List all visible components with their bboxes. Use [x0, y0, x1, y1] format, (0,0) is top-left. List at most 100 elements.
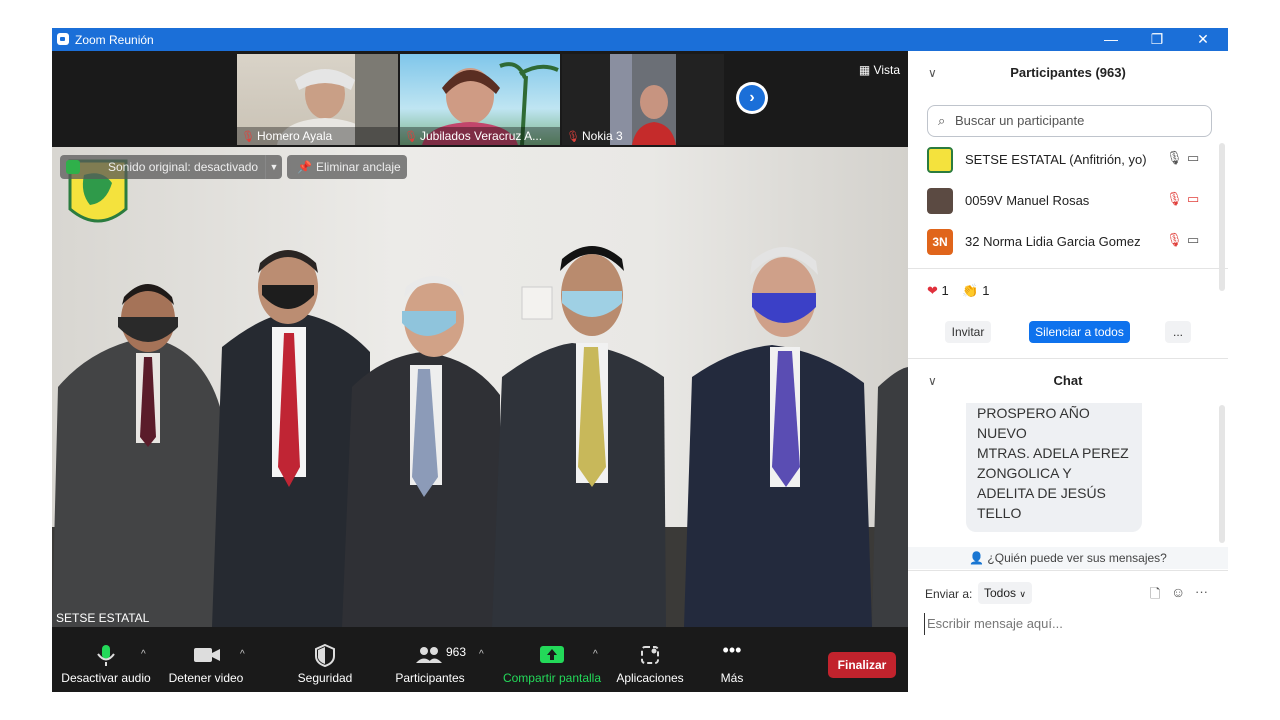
participant-row[interactable]: 3N 32 Norma Lidia Garcia Gomez 🎙 ▭ — [908, 221, 1218, 261]
speaker-name: SETSE ESTATAL — [56, 611, 150, 625]
chevron-right-icon: › — [739, 85, 765, 111]
participant-name: 0059V Manuel Rosas — [965, 193, 1090, 208]
more-dots-icon[interactable]: ··· — [1195, 584, 1208, 599]
reaction-count: 1 — [941, 283, 949, 298]
microphone-icon — [60, 643, 152, 667]
zoom-logo-icon — [57, 33, 69, 45]
video-button[interactable]: Detener video — [162, 627, 250, 692]
invite-button[interactable]: Invitar — [945, 321, 991, 343]
video-off-icon[interactable]: ▭ — [1187, 191, 1199, 207]
share-screen-button[interactable]: Compartir pantalla — [500, 627, 604, 692]
message-line: ZONGOLICA Y — [977, 465, 1072, 481]
share-screen-icon — [500, 643, 604, 667]
participant-name: 32 Norma Lidia Garcia Gomez — [965, 234, 1141, 249]
participant-name: Jubilados Veracruz A... — [420, 129, 543, 143]
chat-message-input[interactable]: Escribir mensaje aquí... — [924, 613, 1217, 635]
clap-icon: 👏 — [962, 283, 979, 298]
pin-icon: 📌 — [297, 160, 312, 174]
video-camera-icon[interactable]: ▭ — [1187, 150, 1199, 166]
apps-button[interactable]: Aplicaciones — [614, 627, 686, 692]
video-camera-icon[interactable]: ▭ — [1187, 232, 1199, 248]
reactions: ❤ 1 👏 1 — [927, 283, 989, 299]
end-meeting-button[interactable]: Finalizar — [828, 652, 896, 678]
apps-icon — [614, 643, 686, 667]
participants-count: 963 — [446, 645, 467, 659]
chat-message: PROSPERO AÑO NUEVO MTRAS. ADELA PEREZ ZO… — [966, 403, 1142, 532]
input-placeholder: Escribir mensaje aquí... — [927, 616, 1063, 631]
message-line: PROSPERO AÑO — [977, 405, 1090, 421]
mic-muted-icon: 🎙 — [566, 131, 580, 143]
unpin-button[interactable]: 📌 Eliminar anclaje — [287, 155, 407, 179]
mute-button[interactable]: Desactivar audio — [60, 627, 152, 692]
mute-label: Desactivar audio — [61, 671, 151, 685]
restore-button[interactable]: ❐ — [1134, 28, 1180, 51]
participant-name: Homero Ayala — [257, 129, 333, 143]
participants-header: ∨ Participantes (963) — [908, 51, 1228, 95]
more-label: Más — [720, 671, 744, 685]
share-options-caret-icon[interactable]: ^ — [593, 649, 598, 660]
shield-check-icon — [66, 160, 80, 174]
collapse-chevron-icon[interactable]: ∨ — [928, 51, 937, 95]
search-placeholder: Buscar un participante — [955, 113, 1085, 128]
video-camera-icon — [162, 643, 250, 667]
mic-muted-icon[interactable]: 🎙 — [1166, 191, 1183, 207]
original-sound-toggle[interactable]: Sonido original: desactivado ▼ — [60, 155, 282, 179]
participant-row[interactable]: SETSE ESTATAL (Anfitrión, yo) 🎙 ▭ — [908, 139, 1218, 179]
microphone-icon[interactable]: 🎙 — [1166, 150, 1183, 166]
heart-icon: ❤ — [927, 283, 938, 298]
participant-search-input[interactable]: ⌕ Buscar un participante — [927, 105, 1212, 137]
participant-thumbnail[interactable]: 🎙 Homero Ayala — [237, 54, 398, 145]
participants-title: Participantes (963) — [1010, 65, 1126, 80]
avatar — [927, 147, 953, 173]
user-info-icon: 👤 — [969, 551, 985, 565]
file-icon[interactable]: 🗋 — [1150, 585, 1160, 607]
collapse-chevron-icon[interactable]: ∨ — [928, 359, 937, 403]
avatar: 3N — [927, 229, 953, 255]
recipient-select[interactable]: Todos ∨ — [978, 582, 1032, 604]
video-label: Detener video — [168, 671, 244, 685]
participants-options-caret-icon[interactable]: ^ — [479, 649, 484, 660]
message-line: ADELITA DE JESÚS — [977, 485, 1106, 501]
message-line: NUEVO — [977, 425, 1027, 441]
chevron-down-icon[interactable]: ▼ — [265, 155, 282, 179]
message-visibility-link[interactable]: 👤 ¿Quién puede ver sus mensajes? — [908, 547, 1228, 569]
divider — [908, 268, 1228, 269]
recipient-value: Todos — [984, 586, 1017, 600]
emoji-icon[interactable]: ☺ — [1171, 584, 1185, 600]
reaction-count: 1 — [982, 283, 990, 298]
view-button[interactable]: ▦ Vista — [859, 63, 900, 77]
shield-icon — [292, 643, 358, 668]
message-line: MTRAS. ADELA PEREZ — [977, 445, 1129, 461]
close-button[interactable]: ✕ — [1180, 28, 1226, 51]
participant-thumbnail[interactable]: 🎙 Jubilados Veracruz A... — [400, 54, 560, 145]
security-button[interactable]: Seguridad — [292, 627, 358, 692]
title-bar: Zoom Reunión — ❐ ✕ — [52, 28, 1228, 51]
zoom-window: Zoom Reunión — ❐ ✕ 🎙 Homero Ayala 🎙 Jubi… — [52, 28, 1228, 692]
minimize-button[interactable]: — — [1088, 28, 1134, 51]
participant-thumbnail[interactable]: 🎙 Nokia 3 — [562, 54, 724, 145]
audio-options-caret-icon[interactable]: ^ — [141, 649, 146, 660]
next-page-button[interactable]: › — [736, 82, 768, 114]
video-options-caret-icon[interactable]: ^ — [240, 649, 245, 660]
mic-muted-icon[interactable]: 🎙 — [1166, 232, 1183, 248]
send-to-label: Enviar a: — [925, 587, 973, 601]
more-options-button[interactable]: ... — [1165, 321, 1191, 343]
apps-label: Aplicaciones — [616, 671, 684, 685]
more-button[interactable]: ••• Más — [708, 627, 756, 692]
active-speaker-video: Sonido original: desactivado ▼ 📌 Elimina… — [52, 147, 908, 627]
chat-scrollbar[interactable] — [1219, 405, 1225, 543]
search-icon: ⌕ — [938, 113, 946, 128]
mic-muted-icon: 🎙 — [404, 131, 418, 143]
message-line: TELLO — [977, 505, 1022, 521]
meeting-toolbar: Desactivar audio ^ Detener video ^ Segur… — [52, 627, 908, 692]
gallery-strip: 🎙Homero Ayala 🎙Jubilados Veracruz A... — [52, 51, 908, 147]
participant-row[interactable]: 0059V Manuel Rosas 🎙 ▭ — [908, 180, 1218, 220]
mute-all-button[interactable]: Silenciar a todos — [1029, 321, 1130, 343]
security-label: Seguridad — [297, 671, 353, 685]
participant-name: SETSE ESTATAL (Anfitrión, yo) — [965, 152, 1147, 167]
participants-button[interactable]: 963 Participantes — [390, 627, 470, 692]
grid-icon: ▦ — [858, 63, 871, 77]
mic-muted-icon: 🎙 — [241, 131, 255, 143]
original-sound-label: Sonido original: desactivado — [108, 160, 259, 174]
visibility-note: ¿Quién puede ver sus mensajes? — [987, 551, 1167, 565]
